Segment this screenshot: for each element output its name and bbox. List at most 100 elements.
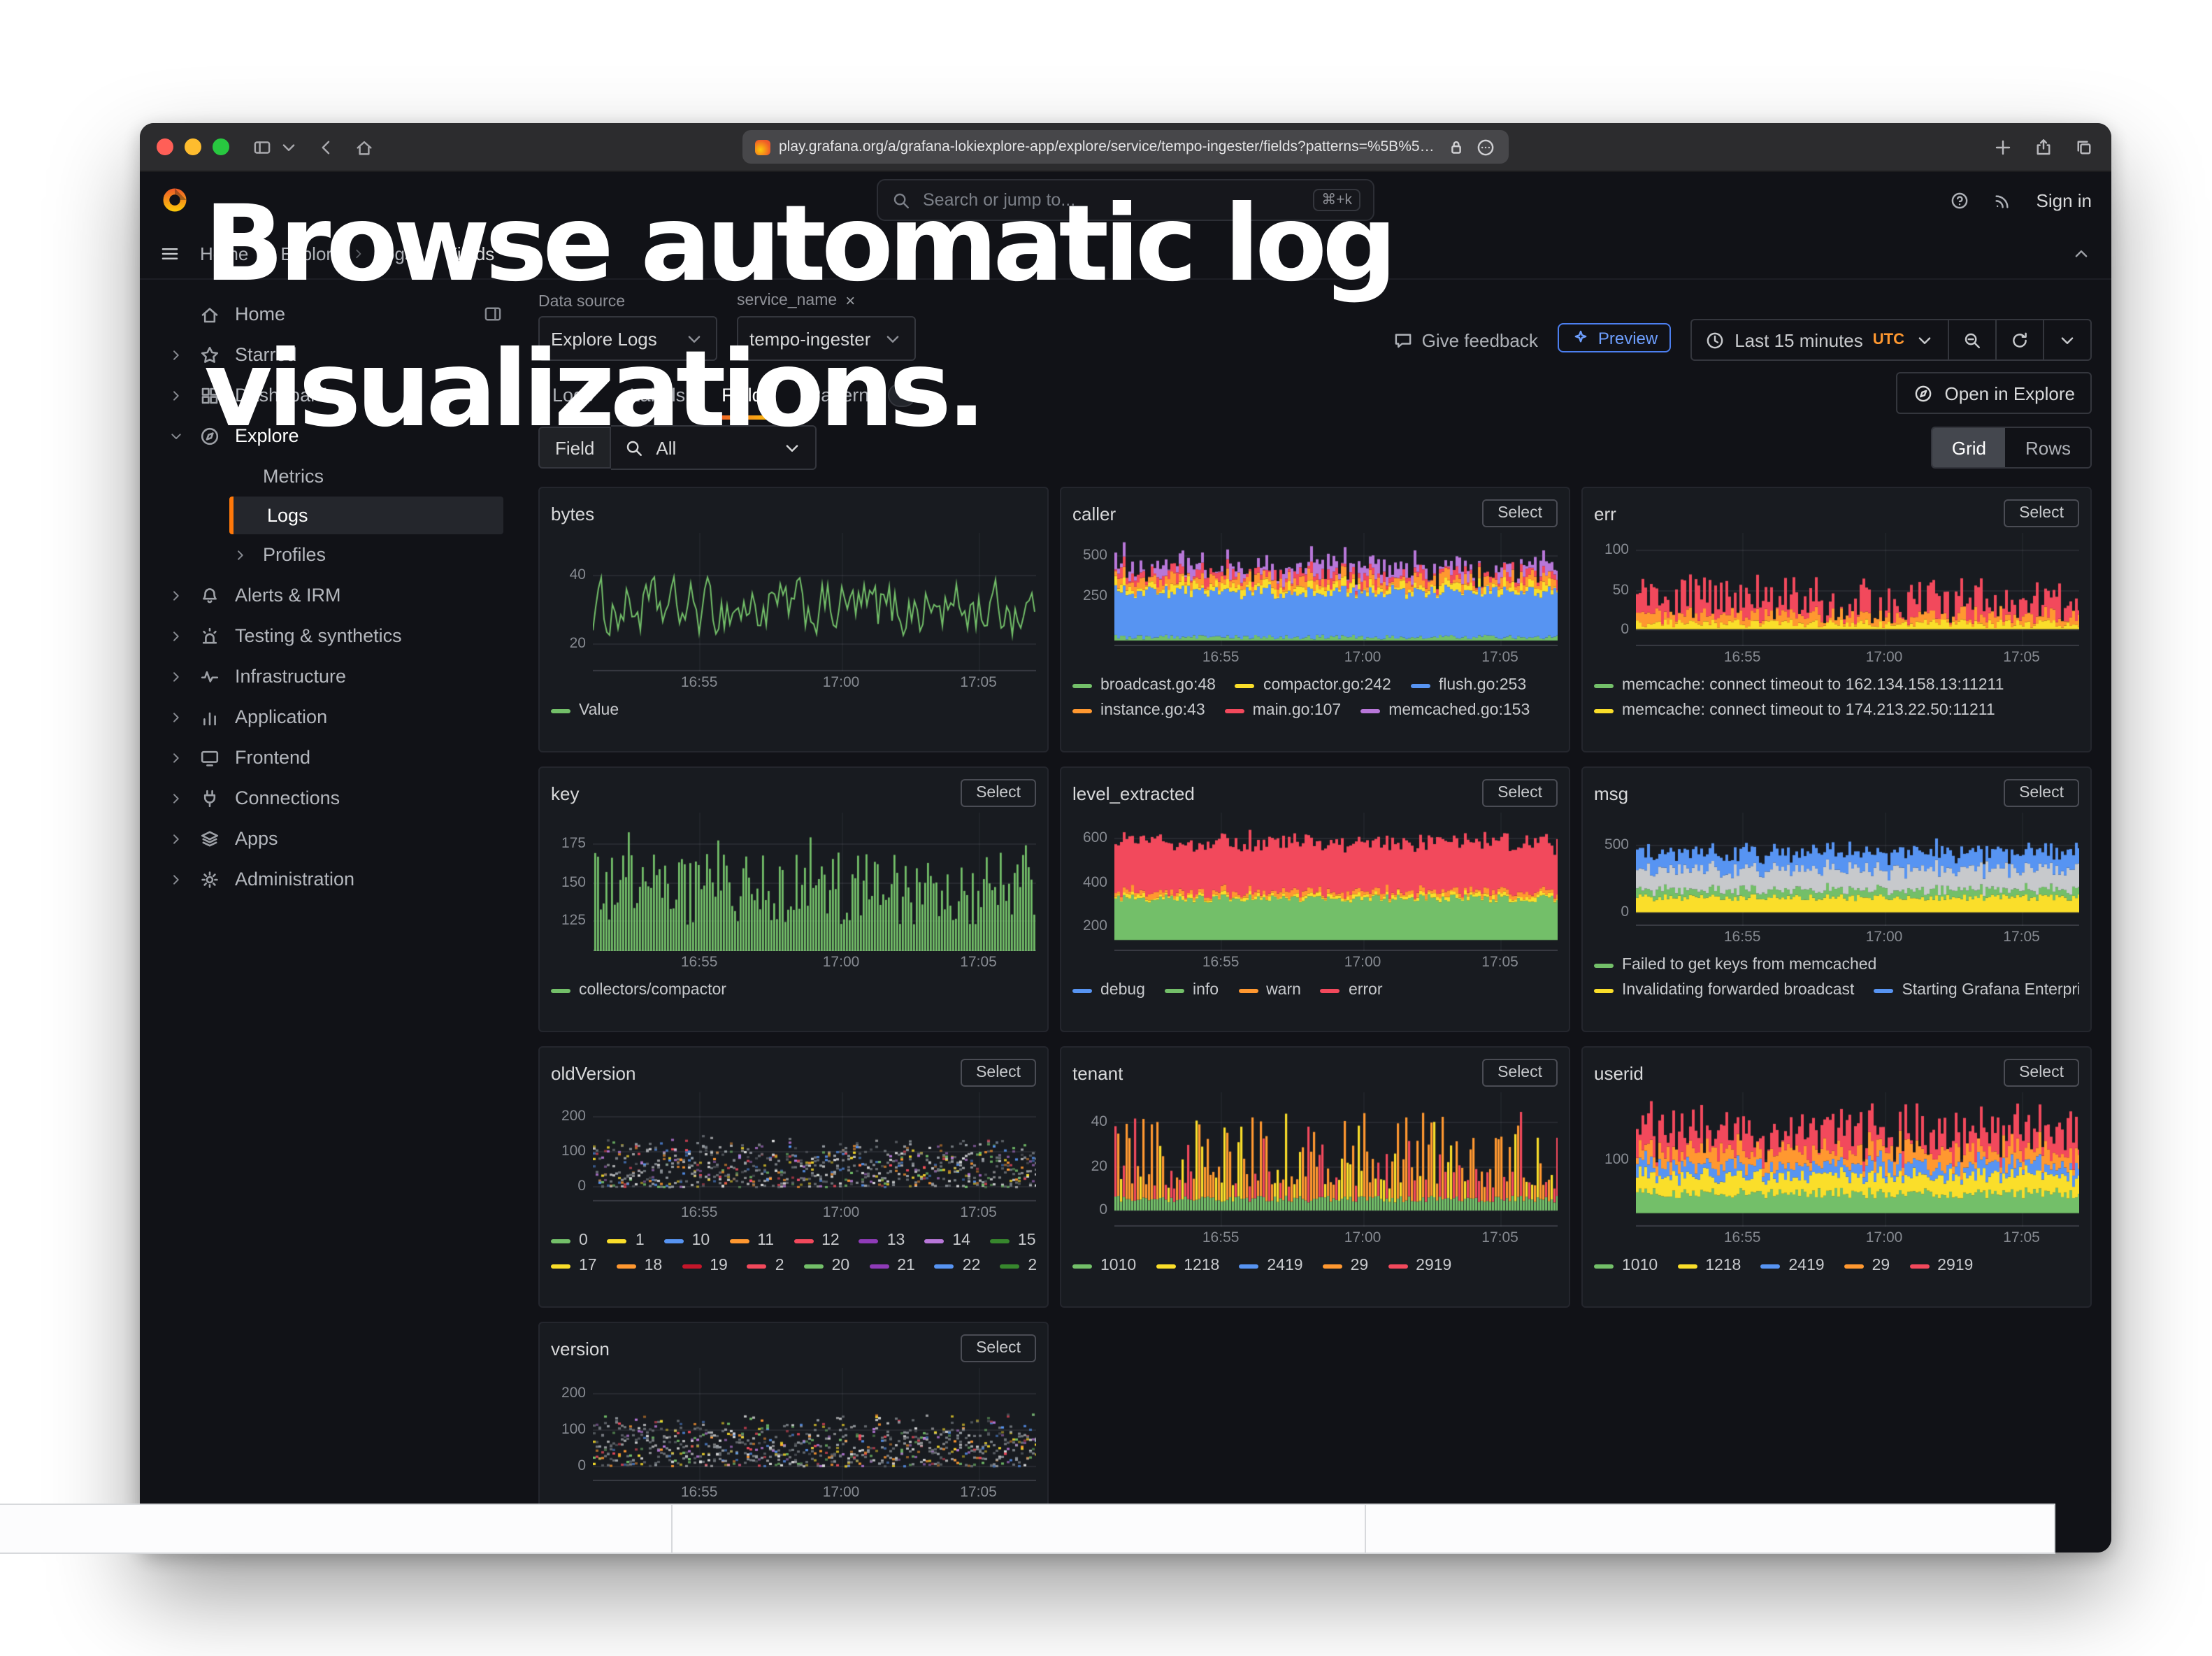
sidebar-item-logs[interactable]: Logs <box>229 497 503 534</box>
sidebar-item-testing-synthetics[interactable]: Testing & synthetics <box>140 615 517 656</box>
legend-item[interactable]: memcache: connect timeout to 162.134.158… <box>1594 677 2004 694</box>
sidebar-item-starred[interactable]: Starred <box>140 334 517 375</box>
chevron-down-icon[interactable] <box>168 427 185 444</box>
legend-item[interactable]: 17 <box>551 1257 597 1274</box>
legend-item[interactable]: 1218 <box>1677 1257 1741 1274</box>
more-options-icon[interactable] <box>1475 136 1496 157</box>
breadcrumb-item[interactable]: Explore <box>280 243 342 264</box>
legend-item[interactable]: 1218 <box>1156 1257 1219 1274</box>
legend-item[interactable]: 1 <box>608 1232 645 1249</box>
legend-item[interactable]: debug <box>1072 982 1145 999</box>
grid-view-button[interactable]: Grid <box>1932 428 2006 467</box>
legend-item[interactable]: 2919 <box>1388 1257 1451 1274</box>
sign-in-button[interactable]: Sign in <box>2037 190 2092 210</box>
chevron-right-icon[interactable] <box>168 830 185 847</box>
legend-item[interactable]: 23 <box>1000 1257 1036 1274</box>
legend-item[interactable]: 2919 <box>1909 1257 1973 1274</box>
legend-item[interactable]: compactor.go:242 <box>1235 677 1391 694</box>
menu-toggle-icon[interactable] <box>159 243 180 264</box>
chevron-right-icon[interactable] <box>168 871 185 887</box>
chevron-right-icon[interactable] <box>168 387 185 404</box>
tab-patterns[interactable]: Patterns8 <box>794 372 930 422</box>
sidebar-item-connections[interactable]: Connections <box>140 778 517 818</box>
legend-item[interactable]: main.go:107 <box>1225 702 1342 719</box>
url-field[interactable]: play.grafana.org/a/grafana-lokiexplore-a… <box>742 130 1509 164</box>
sidebar-item-alerts-irm[interactable]: Alerts & IRM <box>140 575 517 615</box>
legend-item[interactable]: instance.go:43 <box>1072 702 1205 719</box>
field-filter-chip[interactable]: Field <box>538 427 611 469</box>
new-tab-button[interactable] <box>1992 136 2013 157</box>
give-feedback-link[interactable]: Give feedback <box>1393 330 1538 351</box>
sidebar-item-infrastructure[interactable]: Infrastructure <box>140 656 517 697</box>
sidebar-item-dashboards[interactable]: Dashboards <box>140 375 517 415</box>
legend-item[interactable]: Failed to get keys from memcached <box>1594 957 1876 973</box>
chevron-right-icon[interactable] <box>168 627 185 644</box>
legend-item[interactable]: 11 <box>729 1232 774 1249</box>
field-search-select[interactable]: All <box>611 425 817 470</box>
select-button[interactable]: Select <box>961 1334 1036 1362</box>
sidebar-item-administration[interactable]: Administration <box>140 859 517 899</box>
legend-item[interactable]: 14 <box>924 1232 970 1249</box>
legend-item[interactable]: 29 <box>1323 1257 1369 1274</box>
sidebar-item-home[interactable]: Home <box>140 294 517 334</box>
chevron-right-icon[interactable] <box>168 708 185 725</box>
legend-item[interactable]: error <box>1321 982 1383 999</box>
legend-item[interactable]: 20 <box>804 1257 850 1274</box>
sidebar-item-frontend[interactable]: Frontend <box>140 737 517 778</box>
time-range-picker[interactable]: Last 15 minutes UTC <box>1690 319 1949 361</box>
legend-item[interactable]: Value <box>551 702 619 719</box>
zoom-out-button[interactable] <box>1949 319 1997 361</box>
rows-view-button[interactable]: Rows <box>2006 428 2090 467</box>
legend-item[interactable]: 21 <box>869 1257 915 1274</box>
legend-item[interactable]: info <box>1165 982 1219 999</box>
dock-sidebar-icon[interactable] <box>482 304 503 324</box>
legend-item[interactable]: Starting Grafana Enterpri <box>1874 982 2079 999</box>
help-icon[interactable] <box>1950 190 1971 210</box>
sidebar-item-application[interactable]: Application <box>140 697 517 737</box>
legend-item[interactable]: 29 <box>1844 1257 1890 1274</box>
legend-item[interactable]: broadcast.go:48 <box>1072 677 1216 694</box>
open-in-explore-button[interactable]: Open in Explore <box>1896 372 2092 414</box>
legend-item[interactable]: 18 <box>617 1257 663 1274</box>
close-window-button[interactable] <box>157 138 173 155</box>
legend-item[interactable]: 22 <box>935 1257 981 1274</box>
chevron-right-icon[interactable] <box>168 668 185 685</box>
service-name-select[interactable]: tempo-ingester <box>737 316 916 361</box>
tab-fields[interactable]: Fields <box>708 372 786 422</box>
sidebar-item-profiles[interactable]: Profiles <box>229 536 503 573</box>
select-button[interactable]: Select <box>2004 499 2079 527</box>
select-button[interactable]: Select <box>961 779 1036 807</box>
legend-item[interactable]: collectors/compactor <box>551 982 726 999</box>
tab-overview-button[interactable] <box>2074 136 2095 157</box>
legend-item[interactable]: 2419 <box>1760 1257 1824 1274</box>
legend-item[interactable]: Invalidating forwarded broadcast <box>1594 982 1854 999</box>
legend-item[interactable]: 2 <box>747 1257 784 1274</box>
legend-item[interactable]: 12 <box>793 1232 840 1249</box>
minimize-window-button[interactable] <box>185 138 201 155</box>
legend-item[interactable]: 1010 <box>1594 1257 1658 1274</box>
legend-item[interactable]: 15 <box>990 1232 1036 1249</box>
sidebar-toggle-icon[interactable] <box>252 136 273 157</box>
breadcrumb-item[interactable]: Fields <box>446 243 494 264</box>
legend-item[interactable]: memcached.go:153 <box>1360 702 1530 719</box>
select-button[interactable]: Select <box>961 1059 1036 1087</box>
chevron-right-icon[interactable] <box>232 546 249 563</box>
breadcrumb-item[interactable]: Home <box>200 243 248 264</box>
remove-filter-icon[interactable]: × <box>845 291 855 310</box>
tab-logs[interactable]: Logs <box>538 372 608 422</box>
select-button[interactable]: Select <box>1482 499 1558 527</box>
legend-item[interactable]: 1010 <box>1072 1257 1136 1274</box>
legend-item[interactable]: 2419 <box>1239 1257 1302 1274</box>
data-source-select[interactable]: Explore Logs <box>538 316 717 361</box>
tab-labels[interactable]: Labels <box>616 372 700 422</box>
zoom-window-button[interactable] <box>213 138 229 155</box>
chevron-right-icon[interactable] <box>168 587 185 604</box>
select-button[interactable]: Select <box>2004 779 2079 807</box>
news-icon[interactable] <box>1993 190 2014 210</box>
legend-item[interactable]: flush.go:253 <box>1411 677 1526 694</box>
sidebar-item-metrics[interactable]: Metrics <box>229 457 503 495</box>
legend-item[interactable]: 10 <box>664 1232 710 1249</box>
select-button[interactable]: Select <box>1482 1059 1558 1087</box>
refresh-button[interactable] <box>1997 319 2044 361</box>
breadcrumb-item[interactable]: Logs <box>375 243 414 264</box>
